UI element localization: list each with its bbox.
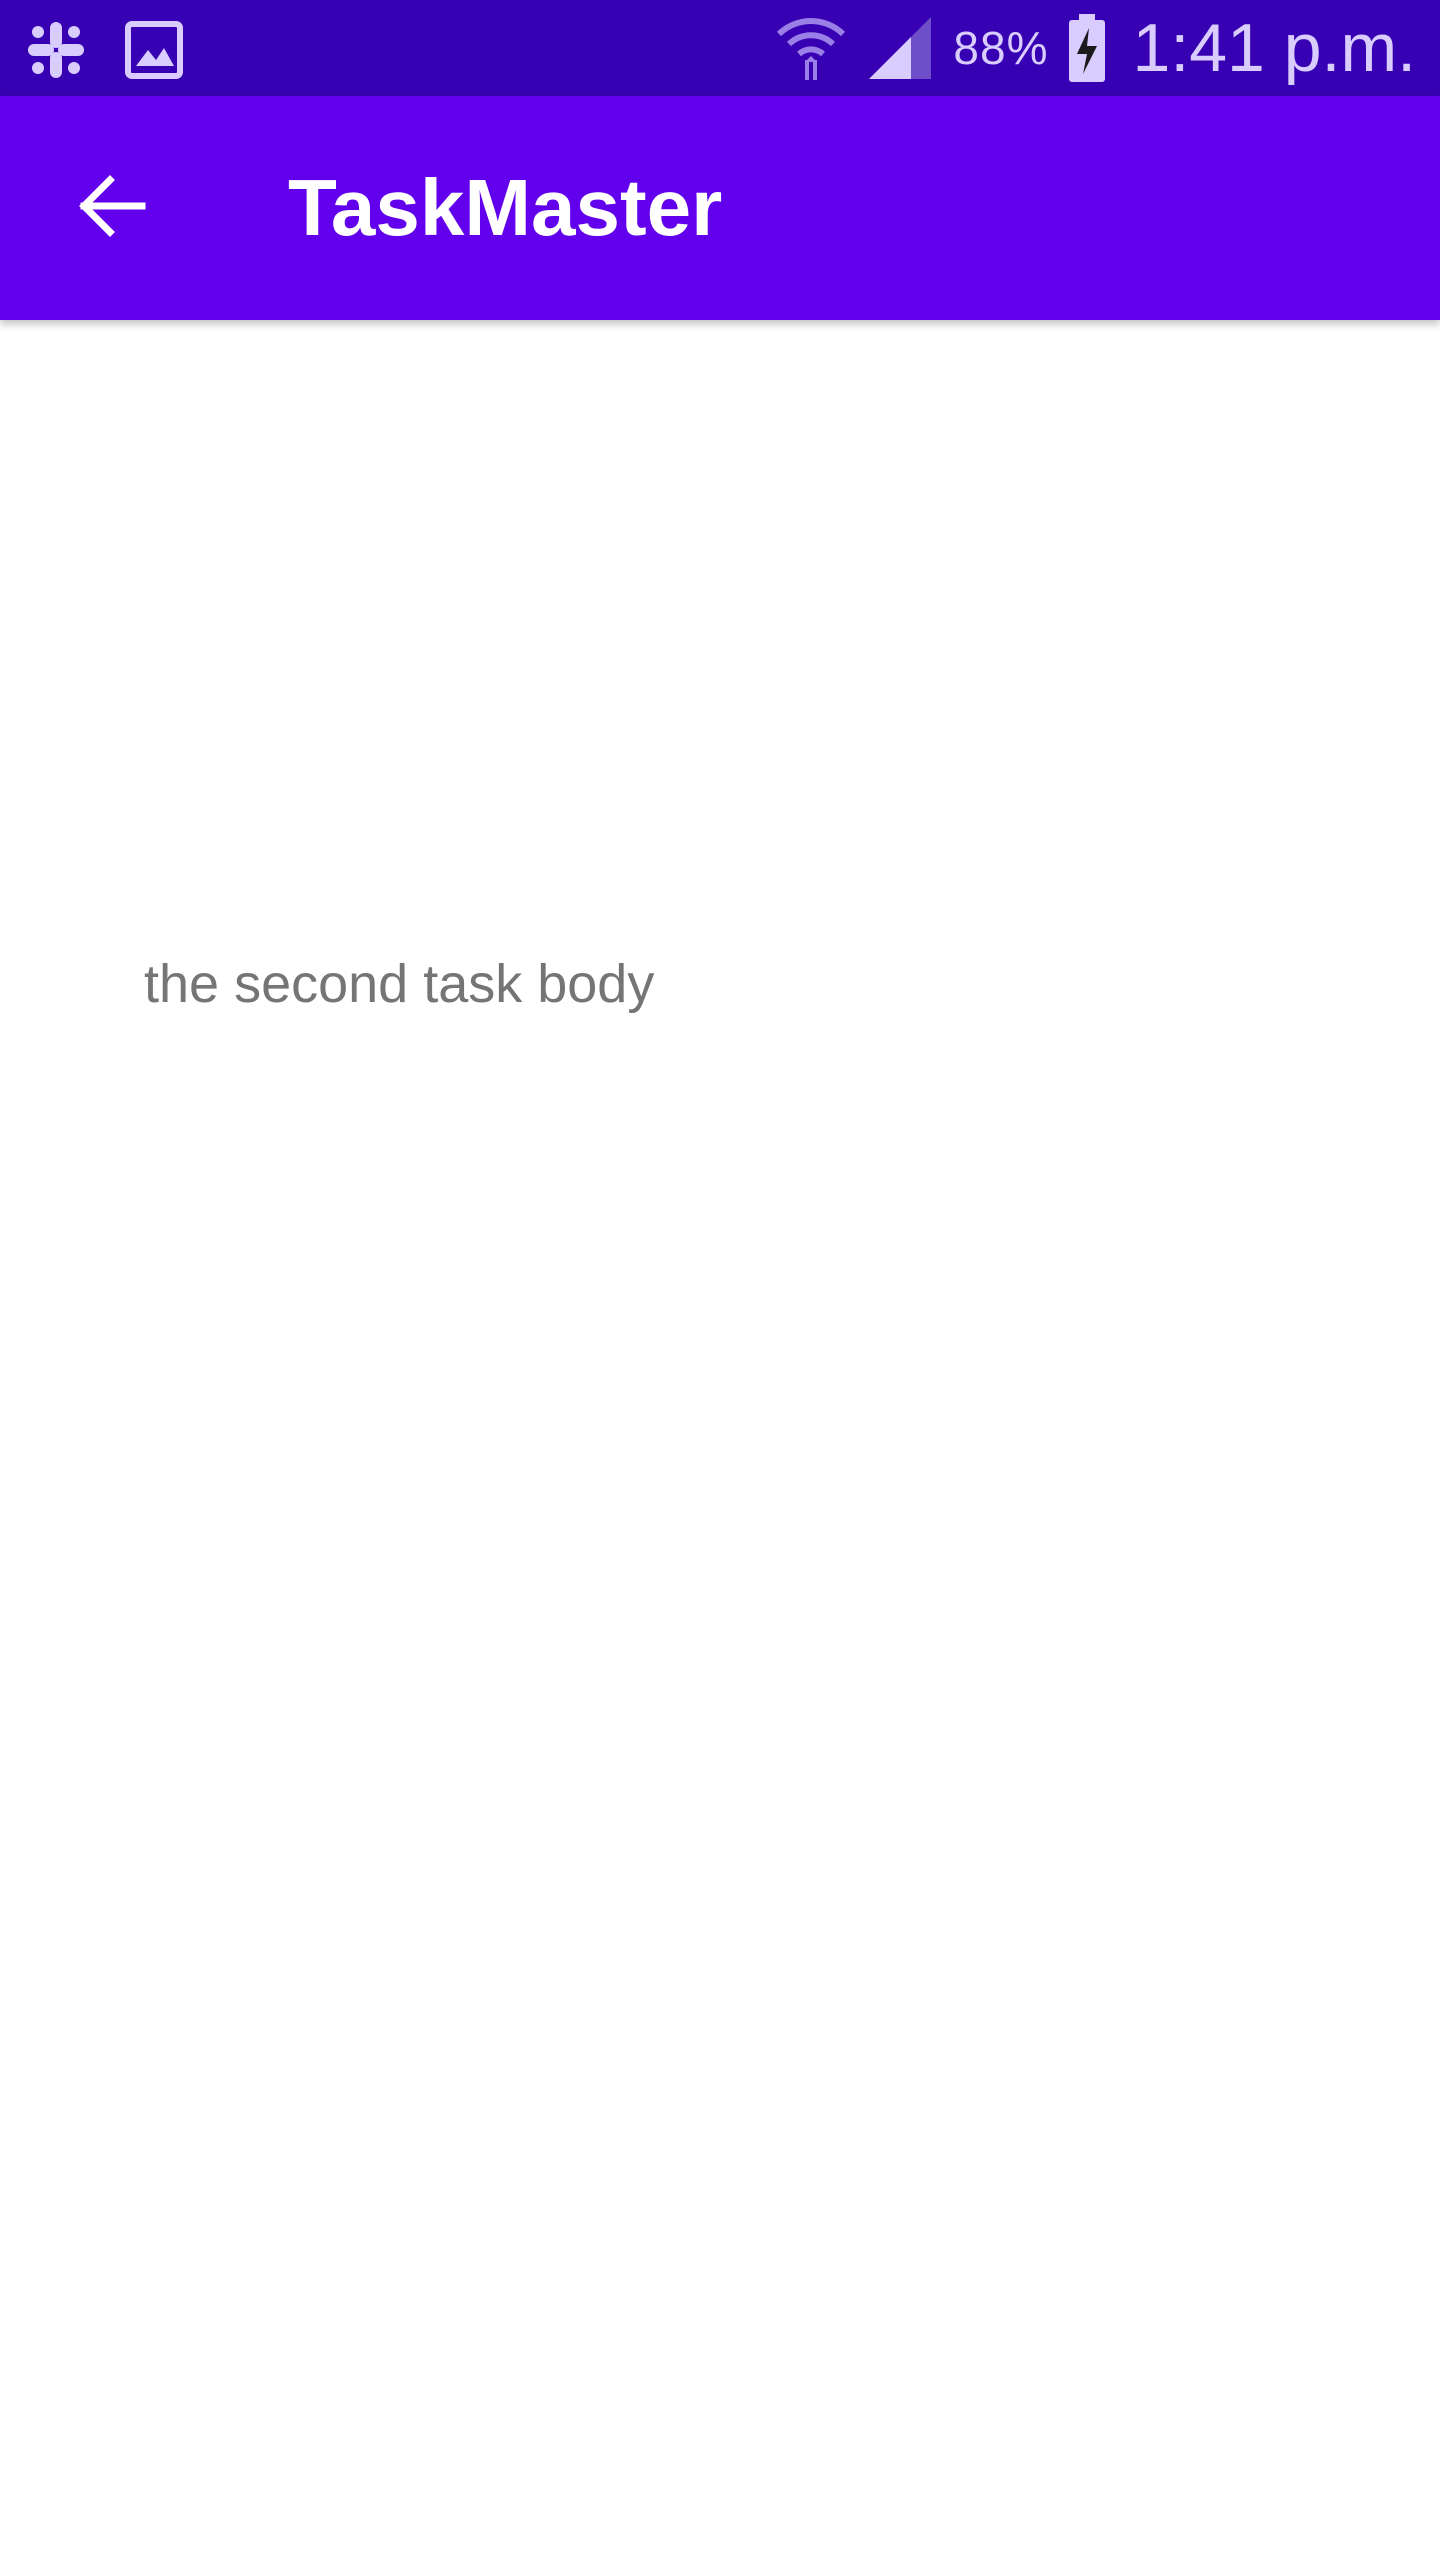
signal-icon: [865, 13, 935, 83]
back-button[interactable]: [56, 152, 168, 264]
battery-percent: 88%: [953, 22, 1049, 74]
status-system-icons: 88% 1:41 p.m.: [775, 0, 1416, 96]
status-bar: 88% 1:41 p.m.: [0, 0, 1440, 96]
app-bar: TaskMaster: [0, 96, 1440, 320]
status-notification-icons: [24, 18, 184, 82]
battery-charging-icon: [1067, 12, 1107, 84]
page-title: TaskMaster: [288, 163, 723, 252]
wifi-icon: [775, 12, 847, 84]
task-body-text: the second task body: [144, 954, 655, 1014]
status-time: 1:41 p.m.: [1132, 10, 1417, 86]
arrow-back-icon: [76, 170, 148, 247]
image-icon: [124, 20, 184, 80]
slack-icon: [24, 18, 88, 82]
